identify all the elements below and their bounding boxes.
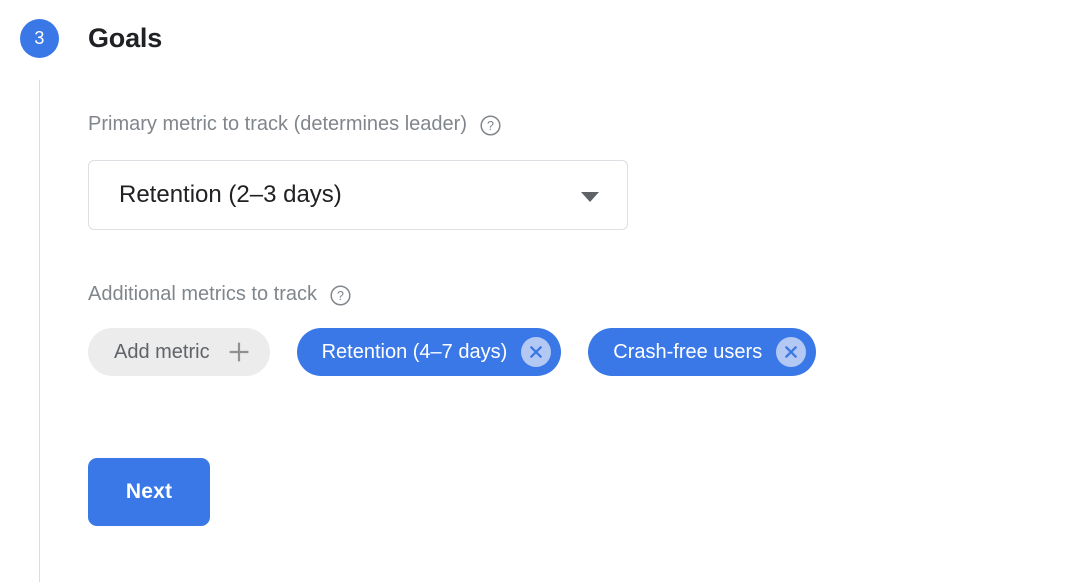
svg-text:?: ? xyxy=(337,288,344,302)
step-number-badge: 3 xyxy=(20,19,59,58)
additional-metrics-label: Additional metrics to track ? xyxy=(88,282,351,306)
primary-metric-label: Primary metric to track (determines lead… xyxy=(88,112,501,136)
add-metric-chip[interactable]: Add metric xyxy=(88,328,270,376)
help-circle-icon[interactable]: ? xyxy=(330,284,351,306)
plus-icon xyxy=(227,340,251,364)
next-button[interactable]: Next xyxy=(88,458,210,526)
page-title: Goals xyxy=(88,23,163,53)
goals-step-panel: 3 Goals Primary metric to track (determi… xyxy=(0,0,1072,582)
metric-chip[interactable]: Retention (4–7 days) xyxy=(296,328,562,376)
svg-text:?: ? xyxy=(487,118,494,132)
additional-metrics-chip-row: Add metric Retention (4–7 days) Crash-fr… xyxy=(88,328,817,376)
primary-metric-select[interactable]: Retention (2–3 days) xyxy=(88,160,628,230)
metric-chip[interactable]: Crash-free users xyxy=(588,328,817,376)
add-metric-chip-label: Add metric xyxy=(114,341,210,363)
close-circle-icon[interactable] xyxy=(521,337,552,367)
chevron-down-icon xyxy=(581,192,599,202)
close-circle-icon[interactable] xyxy=(776,337,807,367)
primary-metric-selected-value: Retention (2–3 days) xyxy=(119,181,342,208)
step-connector-line xyxy=(39,80,40,582)
metric-chip-label: Retention (4–7 days) xyxy=(321,341,508,363)
metric-chip-label: Crash-free users xyxy=(613,341,763,363)
primary-metric-label-text: Primary metric to track (determines lead… xyxy=(88,113,467,135)
additional-metrics-label-text: Additional metrics to track xyxy=(88,283,317,305)
help-circle-icon[interactable]: ? xyxy=(480,114,501,136)
